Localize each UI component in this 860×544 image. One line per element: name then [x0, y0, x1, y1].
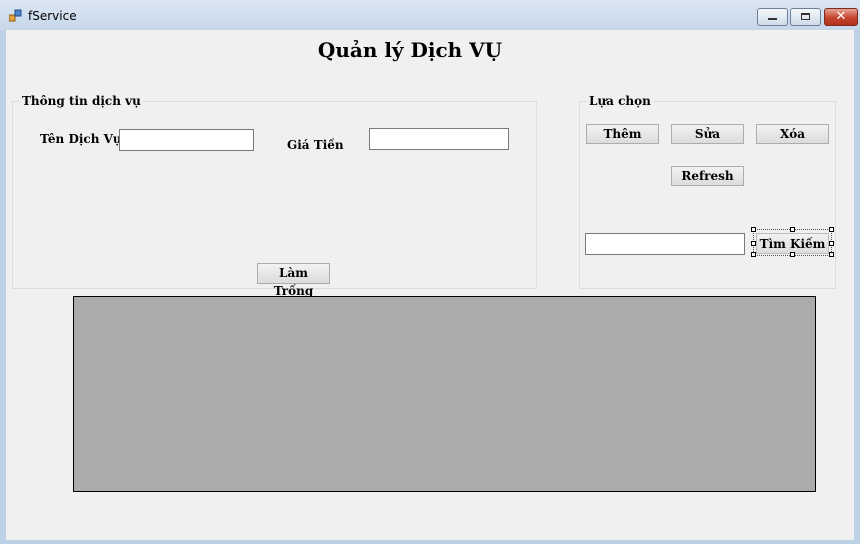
- service-name-label: Tên Dịch Vụ: [40, 132, 122, 146]
- minimize-button[interactable]: [757, 8, 788, 26]
- search-button[interactable]: Tìm Kiếm: [756, 233, 829, 254]
- form-client-area: Quản lý Dịch VỤ Thông tin dịch vụ Tên Dị…: [6, 30, 854, 540]
- window-title: fService: [28, 9, 77, 23]
- service-info-group-label: Thông tin dịch vụ: [20, 94, 143, 108]
- minimize-icon: [768, 18, 777, 20]
- title-bar[interactable]: fService ✕: [0, 0, 860, 30]
- app-icon: [9, 9, 22, 22]
- close-button[interactable]: ✕: [824, 8, 858, 26]
- maximize-button[interactable]: [790, 8, 821, 26]
- clear-button[interactable]: Làm Trống: [257, 263, 330, 298]
- delete-button[interactable]: Xóa: [756, 124, 829, 144]
- price-label: Giá Tiền: [287, 138, 344, 152]
- services-data-grid[interactable]: [73, 296, 816, 492]
- maximize-icon: [801, 13, 810, 20]
- search-input[interactable]: [585, 233, 745, 255]
- options-group-label: Lựa chọn: [587, 94, 653, 108]
- close-icon: ✕: [835, 9, 847, 24]
- service-name-input[interactable]: [119, 129, 254, 151]
- form-title: Quản lý Dịch VỤ: [317, 38, 503, 62]
- service-info-group: Thông tin dịch vụ Tên Dịch Vụ Giá Tiền L…: [12, 94, 537, 298]
- edit-button[interactable]: Sửa: [671, 124, 744, 144]
- add-button[interactable]: Thêm: [586, 124, 659, 144]
- price-input[interactable]: [369, 128, 509, 150]
- refresh-button[interactable]: Refresh: [671, 166, 744, 186]
- options-group: Lựa chọn Thêm Sửa Xóa Refresh Tìm Kiếm: [579, 94, 836, 289]
